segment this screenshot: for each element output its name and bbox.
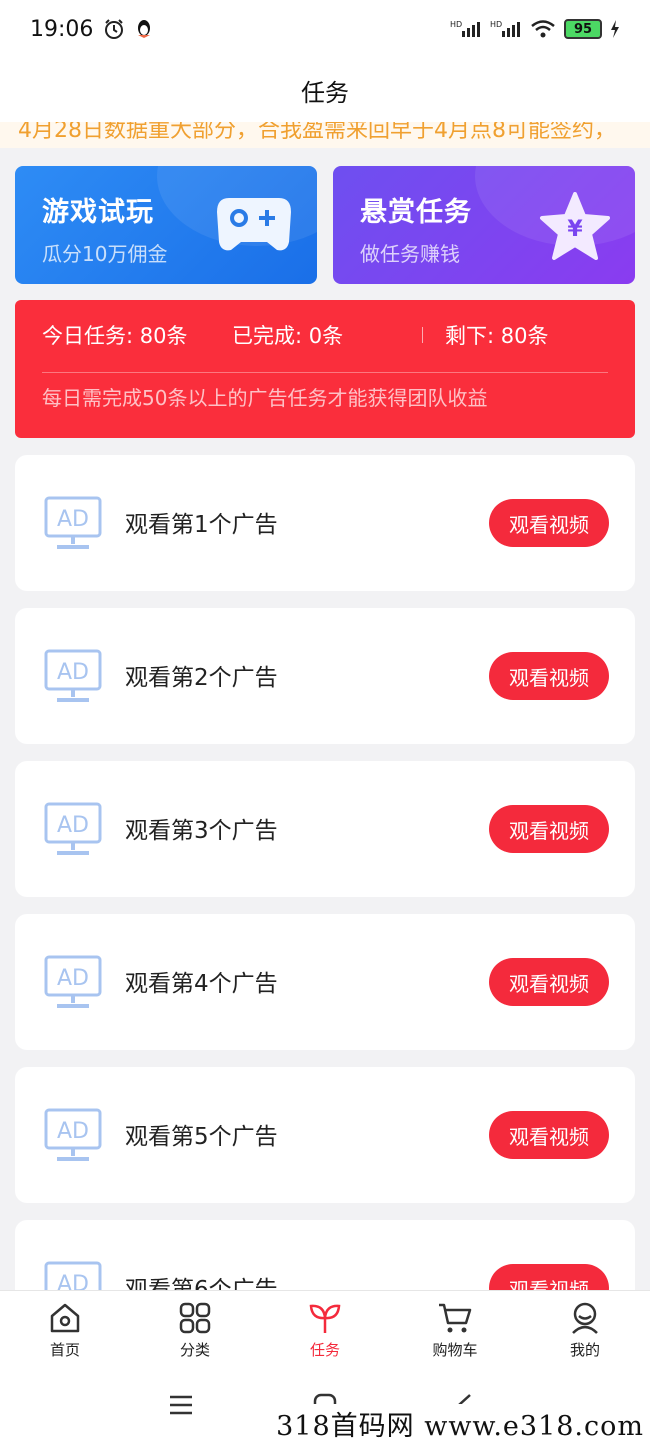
signal-icon: HD	[450, 20, 480, 37]
ad-monitor-icon: AD	[44, 1108, 102, 1161]
list-item: AD 观看第3个广告 观看视频	[15, 761, 635, 897]
svg-text:AD: AD	[57, 966, 89, 991]
tab-category[interactable]: 分类	[130, 1291, 260, 1374]
cart-icon	[439, 1303, 472, 1333]
battery-indicator: 95	[564, 19, 602, 39]
ad-monitor-icon: AD	[44, 649, 102, 702]
card-subtitle: 做任务赚钱	[360, 242, 460, 266]
tab-cart[interactable]: 购物车	[390, 1291, 520, 1374]
tab-label: 购物车	[432, 1341, 478, 1359]
task-label: 观看第4个广告	[125, 971, 278, 997]
task-label: 观看第5个广告	[125, 1124, 278, 1150]
task-label: 观看第2个广告	[125, 665, 278, 691]
remaining-count: 剩下: 80条	[445, 324, 549, 348]
svg-text:HD: HD	[450, 20, 462, 29]
card-title: 游戏试玩	[42, 197, 154, 228]
alarm-icon	[105, 19, 124, 39]
svg-text:AD: AD	[57, 1119, 89, 1144]
tab-label: 首页	[49, 1341, 80, 1359]
profile-icon	[572, 1302, 598, 1334]
summary-note: 每日需完成50条以上的广告任务才能获得团队收益	[42, 386, 488, 410]
game-trial-card[interactable]: 游戏试玩 瓜分10万佣金	[15, 166, 317, 284]
ad-monitor-icon: AD	[44, 496, 102, 549]
page-title: 任务	[301, 78, 349, 107]
grid-icon	[179, 1302, 211, 1334]
tab-tasks[interactable]: 任务	[260, 1291, 390, 1374]
svg-text:AD: AD	[57, 660, 89, 685]
ad-monitor-icon: AD	[44, 955, 102, 1008]
tab-label: 我的	[569, 1341, 600, 1359]
task-summary-panel: 今日任务: 80条 已完成: 0条 剩下: 80条 每日需完成50条以上的广告任…	[15, 300, 635, 438]
card-title: 悬赏任务	[360, 197, 472, 228]
svg-text:HD: HD	[490, 20, 502, 29]
task-label: 观看第1个广告	[125, 512, 278, 538]
watch-video-button[interactable]: 观看视频	[489, 652, 609, 700]
tab-profile[interactable]: 我的	[520, 1291, 650, 1374]
divider	[422, 327, 423, 343]
qq-penguin-icon	[138, 20, 151, 38]
watch-video-button[interactable]: 观看视频	[489, 805, 609, 853]
tab-label: 分类	[179, 1341, 210, 1359]
bottom-tab-bar: 首页 分类 任务 购物车 我的	[0, 1290, 650, 1374]
signal-icon: HD	[490, 20, 520, 37]
wifi-icon	[531, 20, 555, 38]
page-header: 任务	[0, 58, 650, 122]
svg-text:AD: AD	[57, 507, 89, 532]
completed-count: 已完成: 0条	[232, 324, 344, 348]
list-item: AD 观看第5个广告 观看视频	[15, 1067, 635, 1203]
tab-home[interactable]: 首页	[0, 1291, 130, 1374]
gamepad-icon	[217, 198, 291, 251]
home-icon	[50, 1303, 80, 1333]
yuan-star-icon: ¥	[540, 192, 610, 260]
task-label: 观看第3个广告	[125, 818, 278, 844]
list-item: AD 观看第4个广告 观看视频	[15, 914, 635, 1050]
watermark: 318首码网 www.e318.com	[272, 1404, 648, 1443]
svg-text:¥: ¥	[567, 217, 583, 242]
watch-video-button[interactable]: 观看视频	[489, 958, 609, 1006]
list-item: AD 观看第2个广告 观看视频	[15, 608, 635, 744]
menu-icon[interactable]	[168, 1392, 194, 1418]
today-tasks-count: 今日任务: 80条	[42, 324, 188, 348]
notice-text: 4月28日数据重大部分，合我盈需来回早于4月点8可能签约，	[18, 122, 616, 143]
charging-icon	[611, 20, 619, 38]
svg-text:AD: AD	[57, 813, 89, 838]
sprout-icon	[309, 1304, 341, 1333]
card-subtitle: 瓜分10万佣金	[42, 242, 168, 266]
ad-monitor-icon: AD	[44, 802, 102, 855]
status-time: 19:06	[30, 16, 94, 42]
list-item: AD 观看第1个广告 观看视频	[15, 455, 635, 591]
divider	[42, 372, 608, 373]
status-bar: 19:06 HD HD 95	[0, 0, 650, 58]
watch-video-button[interactable]: 观看视频	[489, 1111, 609, 1159]
watch-video-button[interactable]: 观看视频	[489, 499, 609, 547]
reward-task-card[interactable]: 悬赏任务 做任务赚钱 ¥	[333, 166, 635, 284]
tab-label: 任务	[309, 1341, 340, 1359]
notice-marquee[interactable]: 4月28日数据重大部分，合我盈需来回早于4月点8可能签约，	[0, 122, 650, 148]
